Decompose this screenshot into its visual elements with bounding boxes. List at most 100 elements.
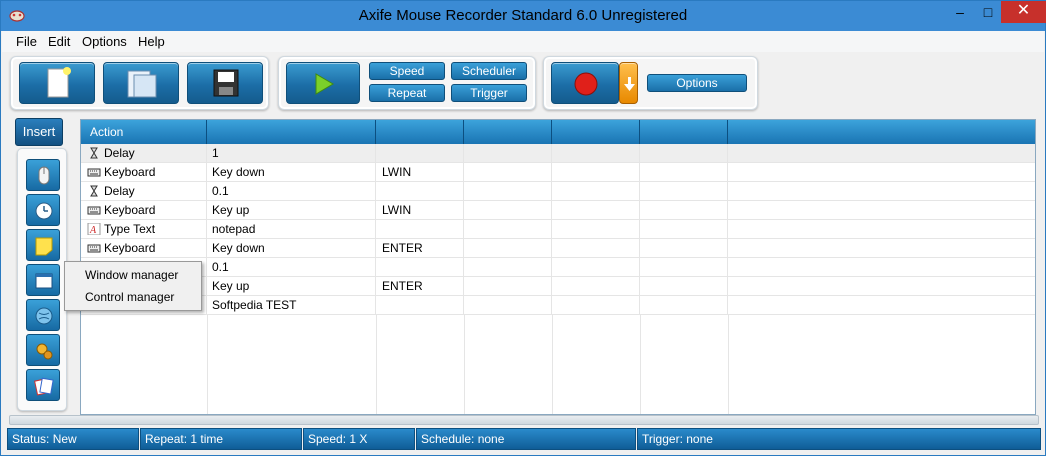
empty-cell xyxy=(464,201,552,220)
status-speed: Speed: 1 X xyxy=(303,428,415,450)
play-button[interactable] xyxy=(286,62,360,104)
table-row[interactable]: Key up ENTER xyxy=(81,277,1035,296)
options-button[interactable]: Options xyxy=(647,74,747,92)
globe-icon xyxy=(35,307,53,325)
action-cell: A Type Text xyxy=(81,220,207,239)
insert-system-button[interactable] xyxy=(26,334,60,366)
empty-cell xyxy=(464,277,552,296)
record-options-dropdown[interactable] xyxy=(619,62,638,104)
menu-item-window-manager[interactable]: Window manager xyxy=(85,268,178,282)
new-button[interactable] xyxy=(19,62,95,104)
empty-cell xyxy=(552,163,640,182)
horizontal-scrollbar[interactable] xyxy=(9,415,1039,425)
menu-options[interactable]: Options xyxy=(82,34,127,49)
value-cell-2 xyxy=(376,182,464,201)
empty-cell xyxy=(640,220,728,239)
mouse-icon xyxy=(38,166,50,185)
empty-cell xyxy=(464,296,552,315)
insert-panel: Insert xyxy=(15,118,67,411)
insert-toolbox xyxy=(17,148,67,411)
menu-file[interactable]: File xyxy=(16,34,37,49)
value-cell-1: 0.1 xyxy=(207,182,376,201)
action-cell: Keyboard xyxy=(81,239,207,258)
empty-cell xyxy=(640,201,728,220)
action-cell: Keyboard xyxy=(81,201,207,220)
action-label: Keyboard xyxy=(104,203,156,217)
empty-cell xyxy=(464,144,552,163)
hourglass-icon xyxy=(90,185,98,197)
column-divider xyxy=(552,315,553,414)
empty-cell xyxy=(552,144,640,163)
table-row[interactable]: 0.1 xyxy=(81,258,1035,277)
value-cell-1: Key down xyxy=(207,163,376,182)
open-button[interactable] xyxy=(103,62,179,104)
table-row[interactable]: Delay 0.1 xyxy=(81,182,1035,201)
window-icon xyxy=(35,273,53,289)
action-label: Delay xyxy=(104,146,135,160)
insert-text-button[interactable] xyxy=(26,229,60,261)
status-state: Status: New xyxy=(7,428,139,450)
arrow-down-icon xyxy=(624,77,635,91)
playback-toolbar-group: Speed Repeat Scheduler Trigger xyxy=(278,56,536,110)
status-bar: Status: New Repeat: 1 time Speed: 1 X Sc… xyxy=(7,428,1041,450)
empty-cell xyxy=(552,220,640,239)
empty-cell xyxy=(640,182,728,201)
window-title: Axife Mouse Recorder Standard 6.0 Unregi… xyxy=(358,7,688,24)
header-col-5[interactable] xyxy=(552,120,640,144)
insert-window-button[interactable] xyxy=(26,264,60,296)
header-col-3[interactable] xyxy=(376,120,464,144)
cards-icon xyxy=(34,377,54,396)
menu-help[interactable]: Help xyxy=(138,34,165,49)
insert-delay-button[interactable] xyxy=(26,194,60,226)
open-folder-icon xyxy=(127,70,157,98)
window-submenu: Window manager Control manager xyxy=(64,261,202,311)
value-cell-2 xyxy=(376,144,464,163)
record-button[interactable] xyxy=(551,62,619,104)
empty-cell xyxy=(464,220,552,239)
value-cell-2: ENTER xyxy=(376,277,464,296)
header-action[interactable]: Action xyxy=(81,120,207,144)
value-cell-2 xyxy=(376,220,464,239)
repeat-button[interactable]: Repeat xyxy=(369,84,445,102)
action-label: Delay xyxy=(104,184,135,198)
empty-cell xyxy=(552,201,640,220)
speed-button[interactable]: Speed xyxy=(369,62,445,80)
insert-mouse-button[interactable] xyxy=(26,159,60,191)
insert-misc-button[interactable] xyxy=(26,369,60,401)
close-button[interactable]: ✕ xyxy=(1001,1,1046,23)
toolbar: Speed Repeat Scheduler Trigger Options xyxy=(2,52,1044,114)
column-divider xyxy=(376,315,377,414)
value-cell-1: Key up xyxy=(207,277,376,296)
empty-cell xyxy=(640,163,728,182)
maximize-button[interactable]: □ xyxy=(974,1,1002,23)
keyboard-icon xyxy=(87,206,101,215)
value-cell-1: notepad xyxy=(207,220,376,239)
empty-cell xyxy=(552,258,640,277)
table-row[interactable]: Keyboard Key down ENTER xyxy=(81,239,1035,258)
empty-cell xyxy=(552,182,640,201)
table-row[interactable]: Keyboard Key up LWIN xyxy=(81,201,1035,220)
minimize-button[interactable]: – xyxy=(946,1,974,23)
empty-cell xyxy=(640,144,728,163)
column-divider xyxy=(207,315,208,414)
menu-edit[interactable]: Edit xyxy=(48,34,70,49)
header-col-4[interactable] xyxy=(464,120,552,144)
header-col-6[interactable] xyxy=(640,120,728,144)
scheduler-button[interactable]: Scheduler xyxy=(451,62,527,80)
column-divider xyxy=(640,315,641,414)
header-col-2[interactable] xyxy=(207,120,376,144)
action-label: Type Text xyxy=(104,222,156,236)
action-cell: Delay xyxy=(81,182,207,201)
table-row[interactable]: A Type Text notepad xyxy=(81,220,1035,239)
table-row[interactable]: Softpedia TEST xyxy=(81,296,1035,315)
trigger-button[interactable]: Trigger xyxy=(451,84,527,102)
menu-item-control-manager[interactable]: Control manager xyxy=(85,290,174,304)
save-button[interactable] xyxy=(187,62,263,104)
table-row[interactable]: Delay 1 xyxy=(81,144,1035,163)
column-divider xyxy=(464,315,465,414)
insert-web-button[interactable] xyxy=(26,299,60,331)
insert-button[interactable]: Insert xyxy=(15,118,63,146)
table-row[interactable]: Keyboard Key down LWIN xyxy=(81,163,1035,182)
header-col-7[interactable] xyxy=(728,120,1035,144)
status-repeat: Repeat: 1 time xyxy=(140,428,302,450)
